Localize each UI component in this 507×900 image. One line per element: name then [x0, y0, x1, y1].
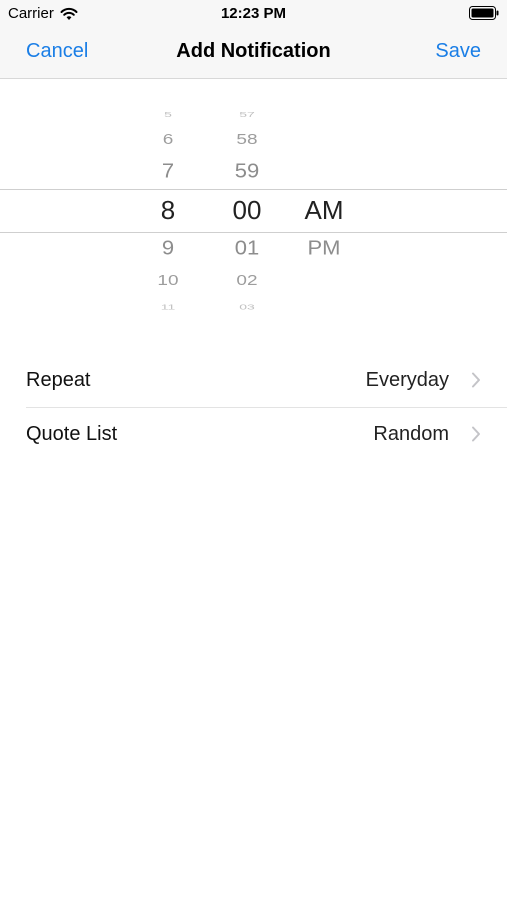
- minute-option[interactable]: 58: [212, 132, 282, 147]
- quote-list-label: Quote List: [26, 423, 118, 445]
- minute-option[interactable]: 03: [212, 303, 282, 311]
- minute-wheel[interactable]: 57 58 59 00 01 02 03: [212, 96, 282, 324]
- hour-option[interactable]: 10: [133, 273, 203, 288]
- minute-option[interactable]: 59: [212, 160, 282, 181]
- minute-option-selected[interactable]: 00: [212, 197, 282, 223]
- period-option[interactable]: PM: [289, 237, 359, 258]
- hour-option[interactable]: 7: [133, 160, 203, 181]
- hour-option[interactable]: 5: [133, 110, 203, 118]
- repeat-row[interactable]: Repeat Everyday: [0, 354, 507, 407]
- navigation-bar: Cancel Add Notification Save: [0, 26, 507, 79]
- hour-option[interactable]: 6: [133, 132, 203, 147]
- hour-option[interactable]: 9: [133, 237, 203, 258]
- settings-list: Repeat Everyday Quote List Random: [0, 354, 507, 461]
- hour-option-selected[interactable]: 8: [133, 197, 203, 223]
- period-wheel[interactable]: AM PM: [289, 96, 359, 324]
- chevron-right-icon: [472, 426, 480, 442]
- time-picker[interactable]: 5 6 7 8 9 10 11 57 58 59 00 01 02 03 AM …: [0, 96, 507, 324]
- minute-option[interactable]: 57: [212, 110, 282, 118]
- hour-option[interactable]: 11: [133, 303, 203, 311]
- repeat-label: Repeat: [26, 369, 91, 391]
- quote-list-row[interactable]: Quote List Random: [0, 408, 507, 461]
- period-option-selected[interactable]: AM: [289, 197, 359, 223]
- minute-option[interactable]: 01: [212, 237, 282, 258]
- battery-icon: [469, 6, 499, 20]
- status-time: 12:23 PM: [220, 5, 287, 22]
- hour-wheel[interactable]: 5 6 7 8 9 10 11: [133, 96, 203, 324]
- page-title: Add Notification: [176, 40, 331, 62]
- quote-list-value: Random: [373, 423, 449, 445]
- chevron-right-icon: [472, 372, 480, 388]
- minute-option[interactable]: 02: [212, 273, 282, 288]
- repeat-value: Everyday: [365, 369, 449, 391]
- status-bar: Carrier 12:23 PM: [0, 0, 507, 26]
- save-button[interactable]: Save: [435, 40, 481, 63]
